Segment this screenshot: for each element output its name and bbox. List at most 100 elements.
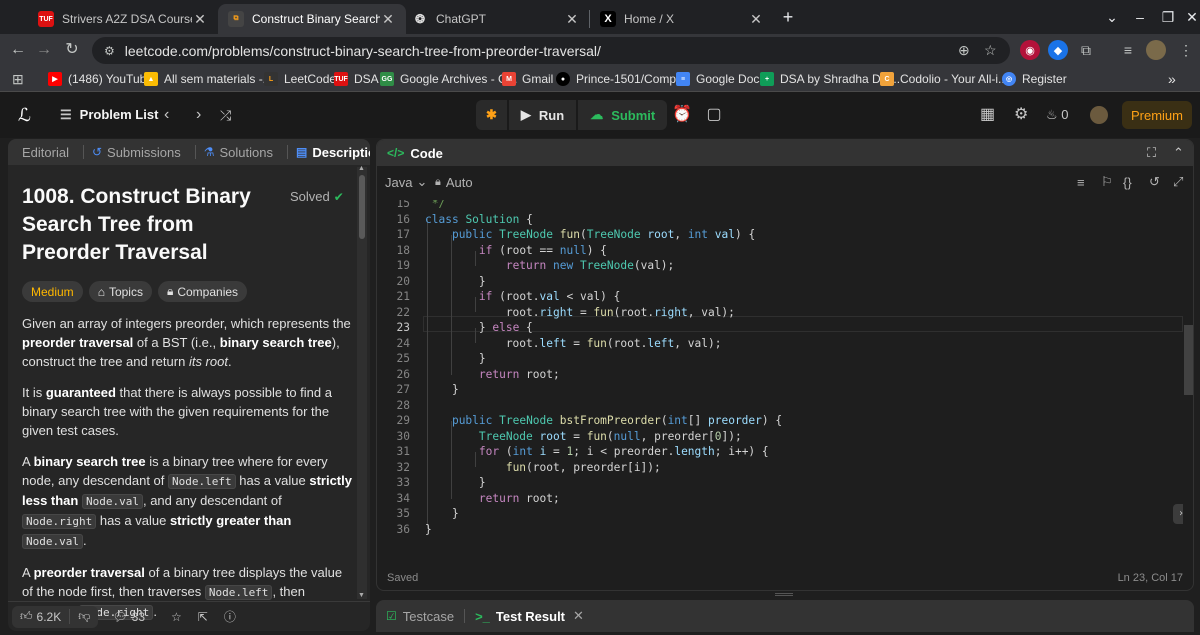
bookmark-icon[interactable]: ⚐: [1101, 174, 1113, 190]
media-icon[interactable]: ≡: [1118, 40, 1138, 60]
auto-mode-toggle[interactable]: 🔒︎ Auto: [435, 175, 473, 190]
companies-button[interactable]: 🔒︎ Companies: [157, 281, 248, 302]
bookmark-star-icon[interactable]: ☆: [984, 37, 997, 64]
browser-tab-chatgpt[interactable]: ❂ ChatGPT ✕: [402, 4, 590, 34]
zoom-icon[interactable]: ⊕: [958, 37, 970, 64]
bookmark-codolio[interactable]: C Codolio - Your All-i...: [880, 70, 1008, 88]
tab-test-result[interactable]: >_ Test Result ✕: [475, 608, 584, 624]
code-scrollbar[interactable]: [1183, 200, 1193, 568]
profile-avatar[interactable]: [1146, 40, 1166, 60]
fire-icon: ♨: [1046, 107, 1058, 122]
back-icon[interactable]: ←: [6, 38, 30, 62]
code-line: 27 }: [396, 383, 459, 396]
bookmark-gmail[interactable]: M Gmail: [502, 70, 553, 88]
bookmark-google-archives[interactable]: GG Google Archives - G...: [380, 70, 517, 88]
window-close-icon[interactable]: ✕: [1180, 6, 1200, 28]
tab-title: Home / X: [624, 12, 675, 26]
tab-title: Strivers A2Z DSA Course/Sheet: [62, 12, 192, 26]
code-line: 21 if (root.val < val) {: [396, 290, 621, 303]
braces-icon[interactable]: {}: [1123, 175, 1132, 190]
bookmark-google-docs[interactable]: ≡ Google Docs: [676, 70, 765, 88]
streak-counter[interactable]: ♨ 0: [1046, 104, 1069, 126]
bookmark-drive[interactable]: ▲ All sem materials -...: [144, 70, 273, 88]
tab-submissions[interactable]: ↺ Submissions: [69, 139, 181, 165]
tab-testcase[interactable]: ☑ Testcase: [376, 609, 454, 624]
comment-icon: 💬︎: [112, 609, 128, 624]
tab-solutions[interactable]: ⚗ Solutions: [181, 139, 273, 165]
bookmark-github[interactable]: ● Prince-1501/Compl...: [556, 70, 689, 88]
share-icon[interactable]: ⇱: [190, 610, 216, 624]
menu-kebab-icon[interactable]: ⋮: [1176, 40, 1196, 60]
tab-editorial[interactable]: Editorial: [8, 139, 69, 165]
forward-icon[interactable]: →: [32, 38, 56, 62]
scrollbar[interactable]: ▲ ▼: [357, 165, 367, 599]
layout-grid-icon[interactable]: ▦: [980, 104, 995, 126]
scroll-thumb[interactable]: [1184, 325, 1193, 395]
like-button[interactable]: 👍︎ 6.2K: [12, 609, 69, 624]
close-icon[interactable]: ✕: [380, 11, 396, 28]
check-circle-icon: ✔: [333, 189, 344, 204]
problem-list-button[interactable]: ☰ Problem List: [60, 104, 158, 126]
scroll-up-icon[interactable]: ▲: [358, 165, 365, 172]
restore-icon[interactable]: ❐: [1156, 6, 1180, 28]
bookmark-register[interactable]: ◎ Register: [1002, 70, 1067, 88]
next-problem-icon[interactable]: ›: [196, 104, 201, 126]
extensions-puzzle-icon[interactable]: ⧉: [1076, 40, 1096, 60]
notes-icon[interactable]: ▢: [702, 104, 726, 126]
new-tab-icon[interactable]: +: [776, 6, 800, 28]
debug-button[interactable]: ✱: [476, 100, 507, 130]
browser-tab-leetcode[interactable]: ⧉ Construct Binary Search Tree fr ✕: [218, 4, 406, 34]
ai-assistant-icon[interactable]: ›‹: [1173, 504, 1183, 524]
scroll-thumb[interactable]: [359, 175, 365, 239]
flask-icon: ⚗: [203, 145, 215, 159]
code-line: 24 root.left = fun(root.left, val);: [396, 336, 722, 350]
save-status: Saved: [387, 572, 419, 584]
reload-icon[interactable]: ↻: [60, 38, 84, 62]
extension-icon[interactable]: ◆: [1048, 40, 1068, 60]
settings-gear-icon[interactable]: ⚙: [1014, 104, 1028, 126]
extension-icon[interactable]: ◉: [1020, 40, 1040, 60]
close-icon[interactable]: ✕: [192, 11, 208, 28]
leetcode-logo-icon[interactable]: ℒ: [18, 104, 31, 126]
bookmark-dsa[interactable]: TUF DSA: [334, 70, 379, 88]
collapse-chevron-icon[interactable]: ⌃: [1173, 145, 1184, 161]
code-line: 20 }: [396, 274, 486, 288]
format-lines-icon[interactable]: ≡: [1077, 175, 1085, 190]
browser-tab-strivers[interactable]: TUF Strivers A2Z DSA Course/Sheet ✕: [28, 4, 218, 34]
premium-button[interactable]: Premium: [1122, 101, 1192, 129]
user-avatar[interactable]: [1090, 106, 1108, 124]
url-input[interactable]: ⚙ leetcode.com/problems/construct-binary…: [92, 37, 1010, 64]
code-line: 19 return new TreeNode(val);: [396, 259, 675, 272]
expand-icon[interactable]: ⤢: [1173, 174, 1183, 190]
scroll-down-icon[interactable]: ▼: [358, 592, 365, 599]
run-button[interactable]: ▶ Run: [508, 100, 577, 130]
bookmark-youtube[interactable]: ▶ (1486) YouTube: [48, 70, 153, 88]
prev-problem-icon[interactable]: ‹: [164, 104, 169, 126]
close-icon[interactable]: ✕: [573, 608, 584, 624]
close-icon[interactable]: ✕: [564, 11, 580, 28]
apps-grid-icon[interactable]: ⊞: [12, 70, 24, 88]
bookmark-leetcode[interactable]: L LeetCode: [264, 70, 336, 88]
site-info-icon[interactable]: ⚙: [104, 44, 115, 58]
leetcode-favicon-icon: ⧉: [228, 11, 244, 27]
favorite-star-icon[interactable]: ☆: [163, 610, 190, 624]
tab-description[interactable]: ▤Description: [273, 139, 370, 165]
language-select[interactable]: Java ⌄: [385, 174, 427, 190]
timer-icon[interactable]: ⏰: [670, 104, 694, 126]
reset-icon[interactable]: ↺: [1149, 174, 1160, 190]
close-icon[interactable]: ✕: [748, 11, 764, 28]
more-bookmarks-icon[interactable]: »: [1168, 70, 1176, 88]
help-icon[interactable]: ⓘ: [216, 608, 244, 625]
fullscreen-icon[interactable]: ⛶: [1147, 145, 1156, 161]
code-editor[interactable]: 15 */ 16 class Solution { 17 public TreeN…: [377, 200, 1183, 568]
browser-tab-x[interactable]: X Home / X ✕: [590, 4, 774, 34]
chevron-down-icon[interactable]: ⌄: [1100, 6, 1124, 28]
shuffle-icon[interactable]: ⤮: [220, 104, 231, 126]
topics-button[interactable]: ⌂ Topics: [88, 281, 152, 302]
submit-button[interactable]: ☁ Submit: [578, 100, 668, 130]
dislike-button[interactable]: 👎︎: [69, 609, 98, 624]
panel-resize-handle[interactable]: [775, 593, 793, 596]
comments-button[interactable]: 💬︎ 33: [104, 610, 153, 624]
difficulty-badge[interactable]: Medium: [22, 281, 83, 302]
minimize-icon[interactable]: –: [1128, 6, 1152, 28]
